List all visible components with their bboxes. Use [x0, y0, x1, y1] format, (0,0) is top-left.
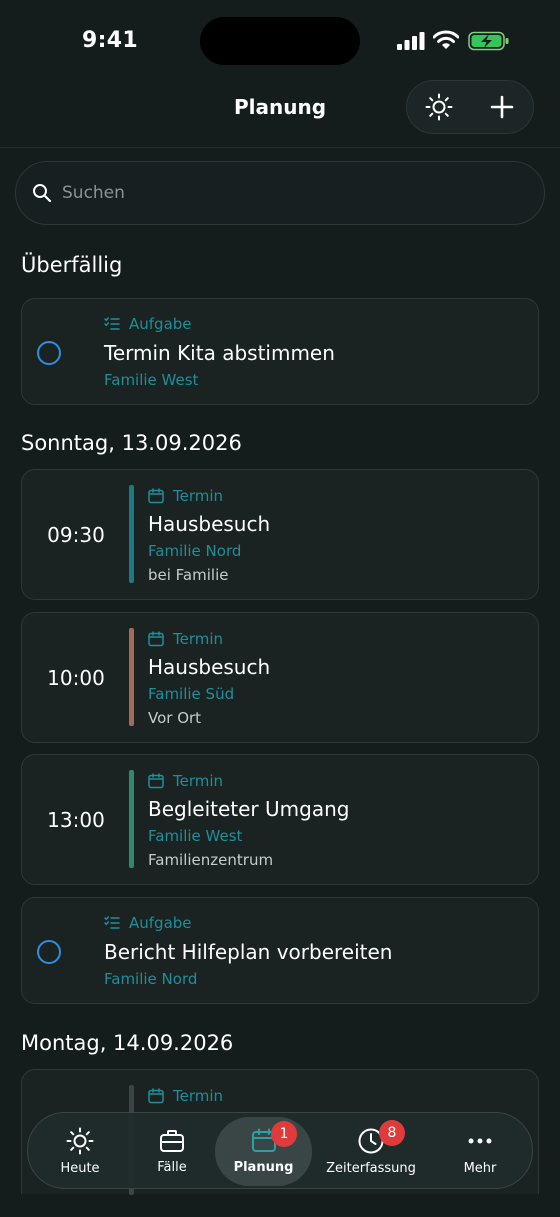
appointment-card[interactable]: 10:00 Termin Hausbesuch Familie Süd Vor … [21, 612, 539, 743]
item-client: Familie West [104, 371, 199, 389]
calendar-icon [148, 631, 164, 647]
section-title-date: Sonntag, 13.09.2026 [21, 431, 242, 455]
status-time: 9:41 [82, 28, 138, 53]
item-location: bei Familie [148, 566, 229, 584]
tab-planung[interactable]: Planung 1 [215, 1117, 312, 1186]
notification-badge: 1 [271, 1121, 297, 1147]
header-actions [406, 80, 534, 134]
item-client: Familie Nord [148, 542, 242, 560]
search-bar [15, 161, 545, 225]
calendar-icon [148, 488, 164, 504]
item-type-label: Aufgabe [129, 315, 192, 333]
plus-icon [490, 95, 513, 119]
item-type: Aufgabe [104, 914, 192, 932]
category-color-bar [129, 628, 134, 726]
notification-badge: 8 [379, 1120, 405, 1146]
category-color-bar [129, 485, 134, 583]
tab-heute[interactable]: Heute [40, 1113, 120, 1190]
item-type: Termin [148, 487, 223, 505]
task-card[interactable]: Aufgabe Bericht Hilfeplan vorbereiten Fa… [21, 897, 539, 1004]
briefcase-icon [160, 1130, 184, 1152]
category-color-bar [129, 770, 134, 868]
cellular-signal-icon [397, 32, 425, 50]
item-type: Termin [148, 772, 223, 790]
tab-label: Fälle [157, 1160, 187, 1175]
item-type-label: Aufgabe [129, 914, 192, 932]
item-client: Familie West [148, 827, 243, 845]
appointment-time: 13:00 [47, 808, 105, 832]
tab-mehr[interactable]: Mehr [440, 1113, 520, 1190]
header: Planung [0, 80, 560, 148]
theme-toggle-button[interactable] [417, 85, 461, 129]
search-icon [33, 184, 52, 203]
appointment-card[interactable]: 09:30 Termin Hausbesuch Familie Nord bei… [21, 469, 539, 600]
item-type-label: Termin [173, 1087, 224, 1105]
item-type: Aufgabe [104, 315, 192, 333]
item-title: Begleiteter Umgang [148, 797, 350, 821]
tab-label: Planung [233, 1160, 294, 1175]
item-type: Termin [148, 630, 223, 648]
appointment-time: 10:00 [47, 666, 105, 690]
status-bar: 9:41 [0, 0, 560, 80]
checklist-icon [104, 916, 120, 929]
item-type-label: Termin [173, 772, 224, 790]
item-location: Familienzentrum [148, 851, 274, 869]
more-icon [468, 1138, 492, 1144]
task-complete-checkbox[interactable] [37, 940, 61, 964]
item-title: Bericht Hilfeplan vorbereiten [104, 940, 393, 964]
appointment-time: 09:30 [47, 523, 105, 547]
item-client: Familie Süd [148, 685, 235, 703]
tab-faelle[interactable]: Fälle [130, 1113, 214, 1190]
tab-zeiterfassung[interactable]: Zeiterfassung 8 [320, 1113, 422, 1190]
add-button[interactable] [480, 85, 524, 129]
item-client: Familie Nord [104, 970, 198, 988]
search-input[interactable] [62, 183, 502, 203]
tab-bar: Heute Fälle Planung 1 Zeiterfassung 8 Me… [27, 1112, 533, 1189]
item-title: Hausbesuch [148, 655, 271, 679]
item-location: Vor Ort [148, 709, 202, 727]
item-type-label: Termin [173, 487, 224, 505]
task-complete-checkbox[interactable] [37, 341, 61, 365]
tab-label: Mehr [463, 1161, 497, 1176]
calendar-icon [148, 773, 164, 789]
task-card[interactable]: Aufgabe Termin Kita abstimmen Familie We… [21, 298, 539, 405]
tab-label: Heute [60, 1161, 100, 1176]
battery-charging-icon [468, 31, 509, 51]
checklist-icon [104, 317, 120, 330]
calendar-icon [148, 1088, 164, 1104]
section-title-date: Montag, 14.09.2026 [21, 1031, 234, 1055]
item-title: Hausbesuch [148, 512, 271, 536]
item-title: Termin Kita abstimmen [104, 341, 335, 365]
sun-icon [425, 93, 452, 121]
section-title-overdue: Überfällig [21, 253, 123, 277]
sun-icon [66, 1127, 94, 1155]
tab-label: Zeiterfassung [326, 1161, 416, 1176]
dynamic-island [200, 17, 360, 65]
appointment-card[interactable]: 13:00 Termin Begleiteter Umgang Familie … [21, 754, 539, 885]
item-type: Termin [148, 1087, 223, 1105]
wifi-icon [433, 30, 459, 49]
item-type-label: Termin [173, 630, 224, 648]
